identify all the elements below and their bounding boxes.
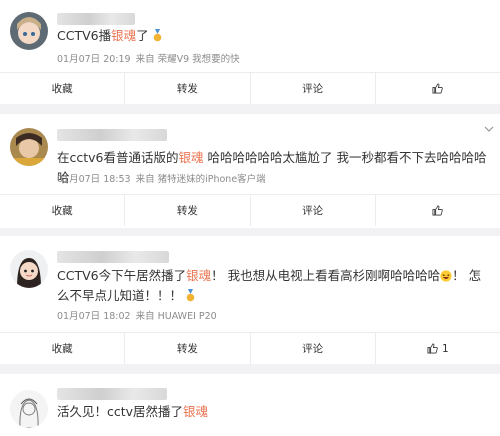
post-date[interactable]: 01月07日 18:53 bbox=[57, 174, 131, 185]
username-redacted[interactable] bbox=[57, 13, 135, 25]
thumbs-up-icon bbox=[432, 205, 444, 216]
collect-button[interactable]: 收藏 bbox=[0, 333, 124, 364]
avatar[interactable] bbox=[10, 128, 48, 166]
laughing-emoji-icon bbox=[440, 270, 452, 282]
post-date[interactable]: 01月07日 20:19 bbox=[57, 54, 131, 65]
like-button[interactable] bbox=[374, 73, 500, 104]
thumbs-up-icon bbox=[427, 343, 438, 354]
like-button[interactable] bbox=[374, 195, 500, 226]
collect-button[interactable]: 收藏 bbox=[0, 195, 124, 226]
comment-button[interactable]: 评论 bbox=[249, 333, 375, 364]
post-card: CCTV6今下午居然播了银魂！ 我也想从电视上看看高杉刚啊哈哈哈哈！ 怎么不早点… bbox=[0, 236, 500, 364]
repost-button[interactable]: 转发 bbox=[124, 195, 249, 226]
username-redacted[interactable] bbox=[57, 388, 167, 400]
post-card: CCTV6播银魂了 01月07日 20:19 来自 荣耀V9 我想要的快 收藏 转… bbox=[0, 0, 500, 104]
collect-button[interactable]: 收藏 bbox=[0, 73, 124, 104]
medal-icon bbox=[153, 29, 161, 42]
action-bar: 收藏 转发 评论 bbox=[0, 72, 500, 104]
repost-button[interactable]: 转发 bbox=[124, 73, 249, 104]
post-source: 来自 荣耀V9 我想要的快 bbox=[135, 54, 240, 65]
avatar[interactable] bbox=[10, 390, 48, 428]
keyword-link[interactable]: 银魂 bbox=[111, 28, 136, 43]
post-meta: 01月07日 18:53 来自 猪特迷妹的iPhone客户端 bbox=[57, 171, 271, 185]
post-source: 来自 猪特迷妹的iPhone客户端 bbox=[135, 174, 266, 185]
action-bar: 收藏 转发 评论 bbox=[0, 194, 500, 226]
post-content: CCTV6今下午居然播了银魂！ 我也想从电视上看看高杉刚啊哈哈哈哈！ 怎么不早点… bbox=[57, 268, 482, 303]
like-button[interactable]: 1 bbox=[374, 333, 500, 364]
post-meta: 01月07日 18:02 来自 HUAWEI P20 bbox=[57, 308, 222, 322]
keyword-link[interactable]: 银魂 bbox=[179, 150, 204, 165]
post-card: 活久见！cctv居然播了银魂 bbox=[0, 374, 500, 436]
post-source: 来自 HUAWEI P20 bbox=[135, 311, 217, 322]
keyword-link[interactable]: 银魂 bbox=[186, 268, 211, 283]
weibo-feed: CCTV6播银魂了 01月07日 20:19 来自 荣耀V9 我想要的快 收藏 转… bbox=[0, 0, 500, 436]
post-content: 活久见！cctv居然播了银魂 bbox=[57, 404, 209, 419]
action-bar: 收藏 转发 评论 1 bbox=[0, 332, 500, 364]
thumbs-up-icon bbox=[432, 83, 444, 94]
avatar[interactable] bbox=[10, 250, 48, 288]
repost-button[interactable]: 转发 bbox=[124, 333, 249, 364]
chevron-down-icon[interactable] bbox=[484, 124, 494, 135]
username-redacted[interactable] bbox=[57, 129, 167, 141]
username-redacted[interactable] bbox=[57, 251, 169, 263]
post-date[interactable]: 01月07日 18:02 bbox=[57, 311, 131, 322]
keyword-link[interactable]: 银魂 bbox=[183, 404, 208, 419]
post-card: 在cctv6看普通话版的银魂 哈哈哈哈哈哈太尴尬了 我一秒都看不下去哈哈哈哈哈 … bbox=[0, 114, 500, 228]
avatar[interactable] bbox=[10, 12, 48, 50]
comment-button[interactable]: 评论 bbox=[249, 195, 375, 226]
comment-button[interactable]: 评论 bbox=[249, 73, 375, 104]
medal-icon bbox=[186, 289, 195, 302]
post-content: CCTV6播银魂了 bbox=[57, 26, 488, 46]
like-count: 1 bbox=[442, 342, 449, 355]
post-meta: 01月07日 20:19 来自 荣耀V9 我想要的快 bbox=[57, 51, 245, 65]
